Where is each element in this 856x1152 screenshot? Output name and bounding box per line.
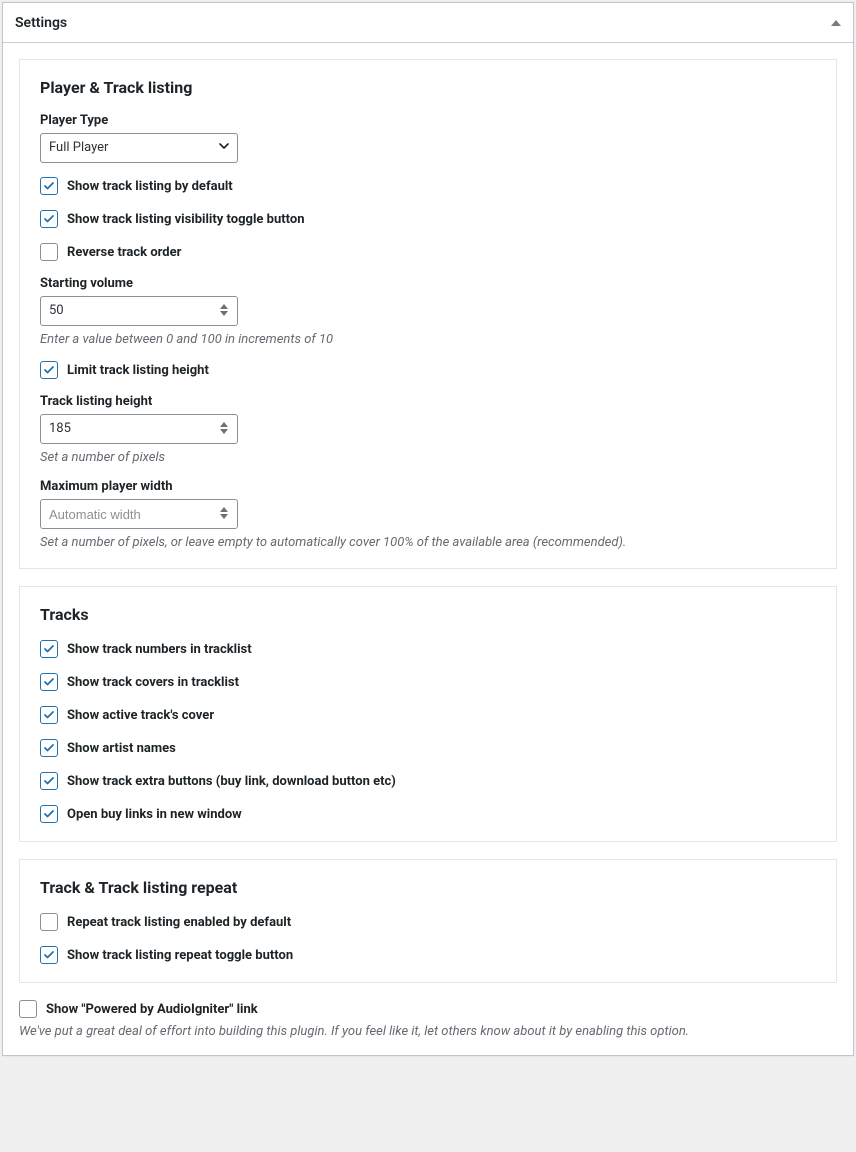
check-icon — [43, 180, 55, 192]
powered-by-description: We've put a great deal of effort into bu… — [19, 1024, 837, 1039]
checkbox-active-cover: Show active track's cover — [40, 706, 816, 724]
max-width-label: Maximum player width — [40, 479, 816, 494]
checkbox-track-numbers: Show track numbers in tracklist — [40, 640, 816, 658]
field-max-width: Maximum player width Set a number of pix… — [40, 479, 816, 550]
starting-volume-description: Enter a value between 0 and 100 in incre… — [40, 332, 816, 347]
checkbox-label[interactable]: Show track extra buttons (buy link, down… — [67, 774, 396, 789]
listing-height-description: Set a number of pixels — [40, 450, 816, 465]
check-icon — [43, 709, 55, 721]
checkbox-powered-by: Show "Powered by AudioIgniter" link — [19, 1000, 837, 1018]
checkbox-input[interactable] — [40, 946, 58, 964]
checkbox-new-window: Open buy links in new window — [40, 805, 816, 823]
checkbox-label[interactable]: Limit track listing height — [67, 363, 209, 378]
panel-player-track-listing: Player & Track listing Player Type Full … — [19, 59, 837, 569]
checkbox-input[interactable] — [40, 706, 58, 724]
max-width-description: Set a number of pixels, or leave empty t… — [40, 535, 816, 550]
checkbox-show-track-listing: Show track listing by default — [40, 177, 816, 195]
checkbox-label[interactable]: Show track covers in tracklist — [67, 675, 239, 690]
checkbox-extra-buttons: Show track extra buttons (buy link, down… — [40, 772, 816, 790]
checkbox-input[interactable] — [40, 243, 58, 261]
field-starting-volume: Starting volume 50 Enter a value between… — [40, 276, 816, 347]
checkbox-reverse-order: Reverse track order — [40, 243, 816, 261]
checkbox-label[interactable]: Show track listing repeat toggle button — [67, 948, 293, 963]
check-icon — [43, 742, 55, 754]
checkbox-input[interactable] — [19, 1000, 37, 1018]
listing-height-input[interactable]: 185 — [40, 414, 238, 444]
starting-volume-input[interactable]: 50 — [40, 296, 238, 326]
collapse-up-icon[interactable] — [831, 20, 841, 26]
panel-title: Player & Track listing — [40, 78, 816, 97]
checkbox-input[interactable] — [40, 640, 58, 658]
max-width-input-wrap — [40, 499, 238, 529]
listing-height-label: Track listing height — [40, 394, 816, 409]
panel-tracks: Tracks Show track numbers in tracklist S… — [19, 586, 837, 842]
player-type-select-wrap: Full Player — [40, 133, 238, 163]
check-icon — [43, 808, 55, 820]
check-icon — [43, 213, 55, 225]
player-type-select[interactable]: Full Player — [40, 133, 238, 163]
panel-repeat: Track & Track listing repeat Repeat trac… — [19, 859, 837, 983]
checkbox-input[interactable] — [40, 361, 58, 379]
checkbox-input[interactable] — [40, 210, 58, 228]
checkbox-label[interactable]: Show "Powered by AudioIgniter" link — [46, 1002, 258, 1017]
listing-height-input-wrap: 185 — [40, 414, 238, 444]
checkbox-input[interactable] — [40, 913, 58, 931]
checkbox-label[interactable]: Show track listing visibility toggle but… — [67, 212, 305, 227]
panel-title: Track & Track listing repeat — [40, 878, 816, 897]
checkbox-repeat-default: Repeat track listing enabled by default — [40, 913, 816, 931]
panel-title: Tracks — [40, 605, 816, 624]
checkbox-repeat-toggle: Show track listing repeat toggle button — [40, 946, 816, 964]
checkbox-label[interactable]: Show active track's cover — [67, 708, 214, 723]
checkbox-label[interactable]: Open buy links in new window — [67, 807, 242, 822]
check-icon — [43, 364, 55, 376]
check-icon — [43, 643, 55, 655]
field-listing-height: Track listing height 185 Set a number of… — [40, 394, 816, 465]
starting-volume-input-wrap: 50 — [40, 296, 238, 326]
metabox-body: Player & Track listing Player Type Full … — [3, 43, 853, 1055]
field-player-type: Player Type Full Player — [40, 113, 816, 163]
checkbox-label[interactable]: Show track numbers in tracklist — [67, 642, 252, 657]
checkbox-label[interactable]: Repeat track listing enabled by default — [67, 915, 291, 930]
checkbox-limit-height: Limit track listing height — [40, 361, 816, 379]
checkbox-label[interactable]: Show track listing by default — [67, 179, 233, 194]
check-icon — [43, 949, 55, 961]
checkbox-input[interactable] — [40, 177, 58, 195]
metabox-header[interactable]: Settings — [3, 3, 853, 43]
checkbox-track-covers: Show track covers in tracklist — [40, 673, 816, 691]
checkbox-label[interactable]: Reverse track order — [67, 245, 181, 260]
metabox-title: Settings — [15, 15, 67, 31]
checkbox-artist-names: Show artist names — [40, 739, 816, 757]
check-icon — [43, 676, 55, 688]
settings-metabox: Settings Player & Track listing Player T… — [2, 2, 854, 1056]
checkbox-label[interactable]: Show artist names — [67, 741, 176, 756]
checkbox-input[interactable] — [40, 673, 58, 691]
check-icon — [43, 775, 55, 787]
starting-volume-label: Starting volume — [40, 276, 816, 291]
checkbox-input[interactable] — [40, 772, 58, 790]
max-width-input[interactable] — [40, 499, 238, 529]
checkbox-input[interactable] — [40, 805, 58, 823]
player-type-label: Player Type — [40, 113, 816, 128]
checkbox-input[interactable] — [40, 739, 58, 757]
checkbox-show-toggle-button: Show track listing visibility toggle but… — [40, 210, 816, 228]
